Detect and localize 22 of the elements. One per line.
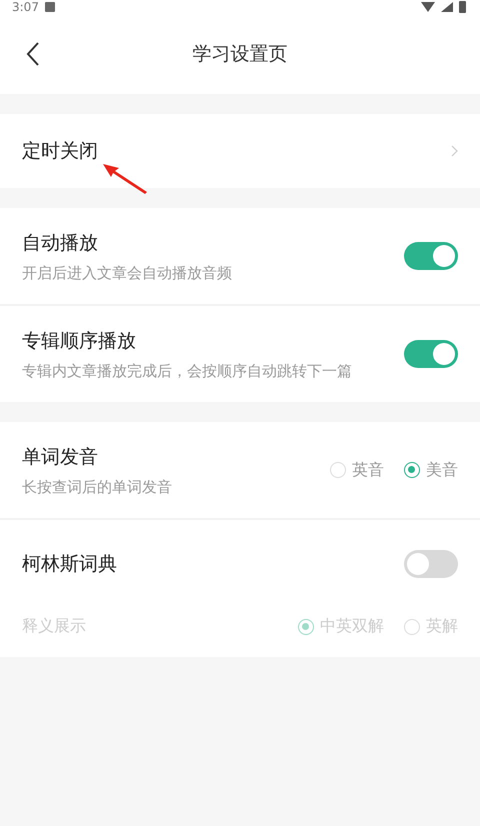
- notification-icon: [44, 2, 55, 12]
- toggle-switch[interactable]: [404, 340, 458, 368]
- settings-row[interactable]: 定时关闭: [0, 114, 480, 188]
- radio-option[interactable]: 美音: [404, 460, 458, 480]
- row-title: 定时关闭: [22, 139, 98, 164]
- row-title: 单词发音: [22, 444, 99, 470]
- row-title: 柯林斯词典: [22, 552, 117, 577]
- row-description: 开启后进入文章会自动播放音频: [22, 264, 232, 282]
- radio-option[interactable]: 英音: [330, 460, 384, 480]
- battery-icon: [459, 1, 466, 13]
- back-icon[interactable]: [26, 41, 40, 67]
- signal-icon: [441, 2, 453, 12]
- row-description: 专辑内文章播放完成后，会按顺序自动跳转下一篇: [22, 362, 352, 380]
- page-title: 学习设置页: [192, 42, 288, 67]
- wifi-icon: [421, 2, 435, 12]
- row-description: 长按查词后的单词发音: [22, 478, 172, 496]
- status-time: 3:07: [12, 0, 39, 14]
- annotation-arrow: [103, 164, 147, 194]
- row-title: 专辑顺序播放: [22, 328, 137, 354]
- chevron-icon: [451, 145, 458, 157]
- toggle-switch[interactable]: [404, 242, 458, 270]
- row-title: 自动播放: [22, 230, 99, 256]
